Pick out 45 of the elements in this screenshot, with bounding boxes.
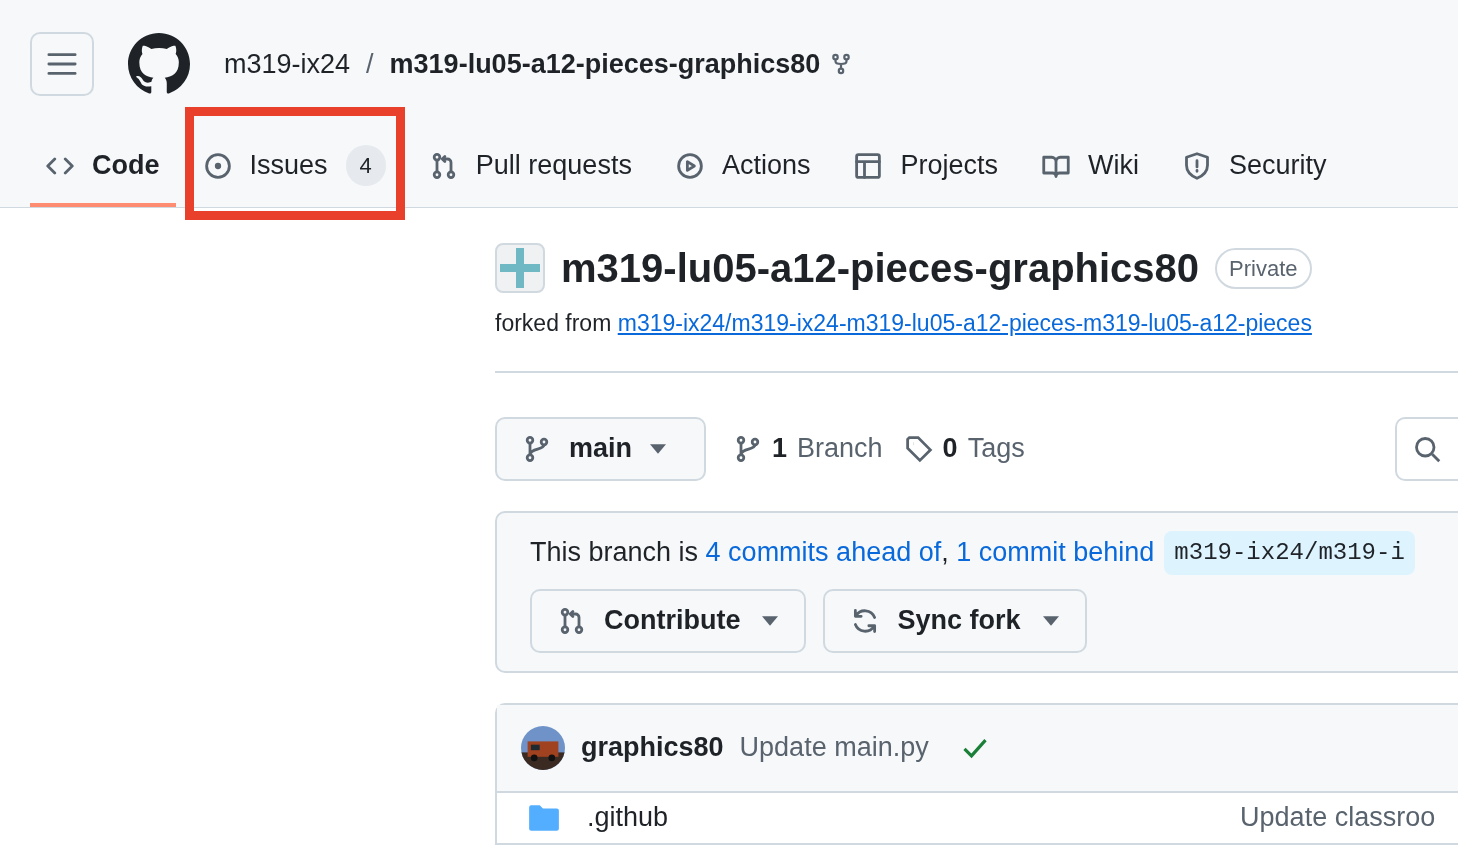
fork-status-text: This branch is 4 commits ahead of, 1 commit behind (530, 536, 1155, 570)
path-separator: / (366, 47, 374, 81)
commit-message-link[interactable]: Update main.py (739, 727, 929, 768)
tags-link[interactable]: 0 Tags (904, 428, 1025, 469)
nav-tab[interactable]: Issues 4 (187, 110, 402, 217)
upstream-branch-label: m319-ix24/m319-i (1164, 530, 1415, 575)
repo-avatar-icon (495, 243, 545, 293)
commit-author-link[interactable]: graphics80 (581, 727, 724, 768)
nav-tab[interactable]: Wiki (1026, 128, 1155, 207)
owner-link[interactable]: m319-ix24 (224, 43, 351, 85)
fork-action-button[interactable]: Contribute (530, 588, 807, 653)
ahead-link[interactable]: 4 commits ahead of (705, 537, 942, 568)
branches-link[interactable]: 1 Branch (734, 428, 883, 469)
behind-link[interactable]: 1 commit behind (956, 537, 1155, 568)
branch-icon (523, 434, 551, 463)
fork-icon (830, 53, 853, 75)
nav-tab[interactable]: Pull requests (413, 128, 648, 207)
nav-tab[interactable]: Code (30, 128, 176, 207)
fork-source-link[interactable]: m319-ix24/m319-ix24-m319-lu05-a12-pieces-m319-lu05-a12-pieces (617, 310, 1312, 336)
fork-action-button[interactable]: Sync fork (823, 588, 1087, 653)
search-icon (1412, 434, 1441, 463)
file-commit-link[interactable]: Update classroo (1240, 797, 1436, 838)
pull-request-icon (558, 606, 586, 635)
tag-icon (904, 434, 933, 463)
menu-button[interactable] (30, 32, 94, 96)
shield-icon (1182, 151, 1211, 180)
forked-from-text: forked from m319-ix24/m319-ix24-m319-lu05-a12-pieces-m319-lu05-a12-pieces (495, 309, 1313, 338)
file-name-link[interactable]: .github (587, 797, 669, 838)
search-button[interactable] (1394, 416, 1458, 481)
nav-tab[interactable]: Security (1166, 128, 1343, 207)
count-badge: 4 (345, 145, 386, 186)
nav-tab[interactable]: Projects (838, 128, 1014, 207)
repo-link[interactable]: m319-lu05-a12-pieces-graphics80 (389, 43, 821, 85)
branch-icon (734, 434, 762, 463)
repo-title: m319-lu05-a12-pieces-graphics80 (561, 245, 1200, 292)
table-icon (854, 151, 883, 180)
caret-icon (650, 443, 667, 454)
octocat-logo-icon[interactable] (128, 33, 190, 95)
caret-icon (762, 615, 779, 626)
play-icon (675, 151, 704, 180)
visibility-label: Private (1215, 247, 1312, 289)
caret-icon (1042, 615, 1059, 626)
branch-selector[interactable]: main (495, 416, 706, 481)
circle-dot-icon (203, 151, 232, 180)
nav-tab[interactable]: Actions (659, 128, 827, 207)
